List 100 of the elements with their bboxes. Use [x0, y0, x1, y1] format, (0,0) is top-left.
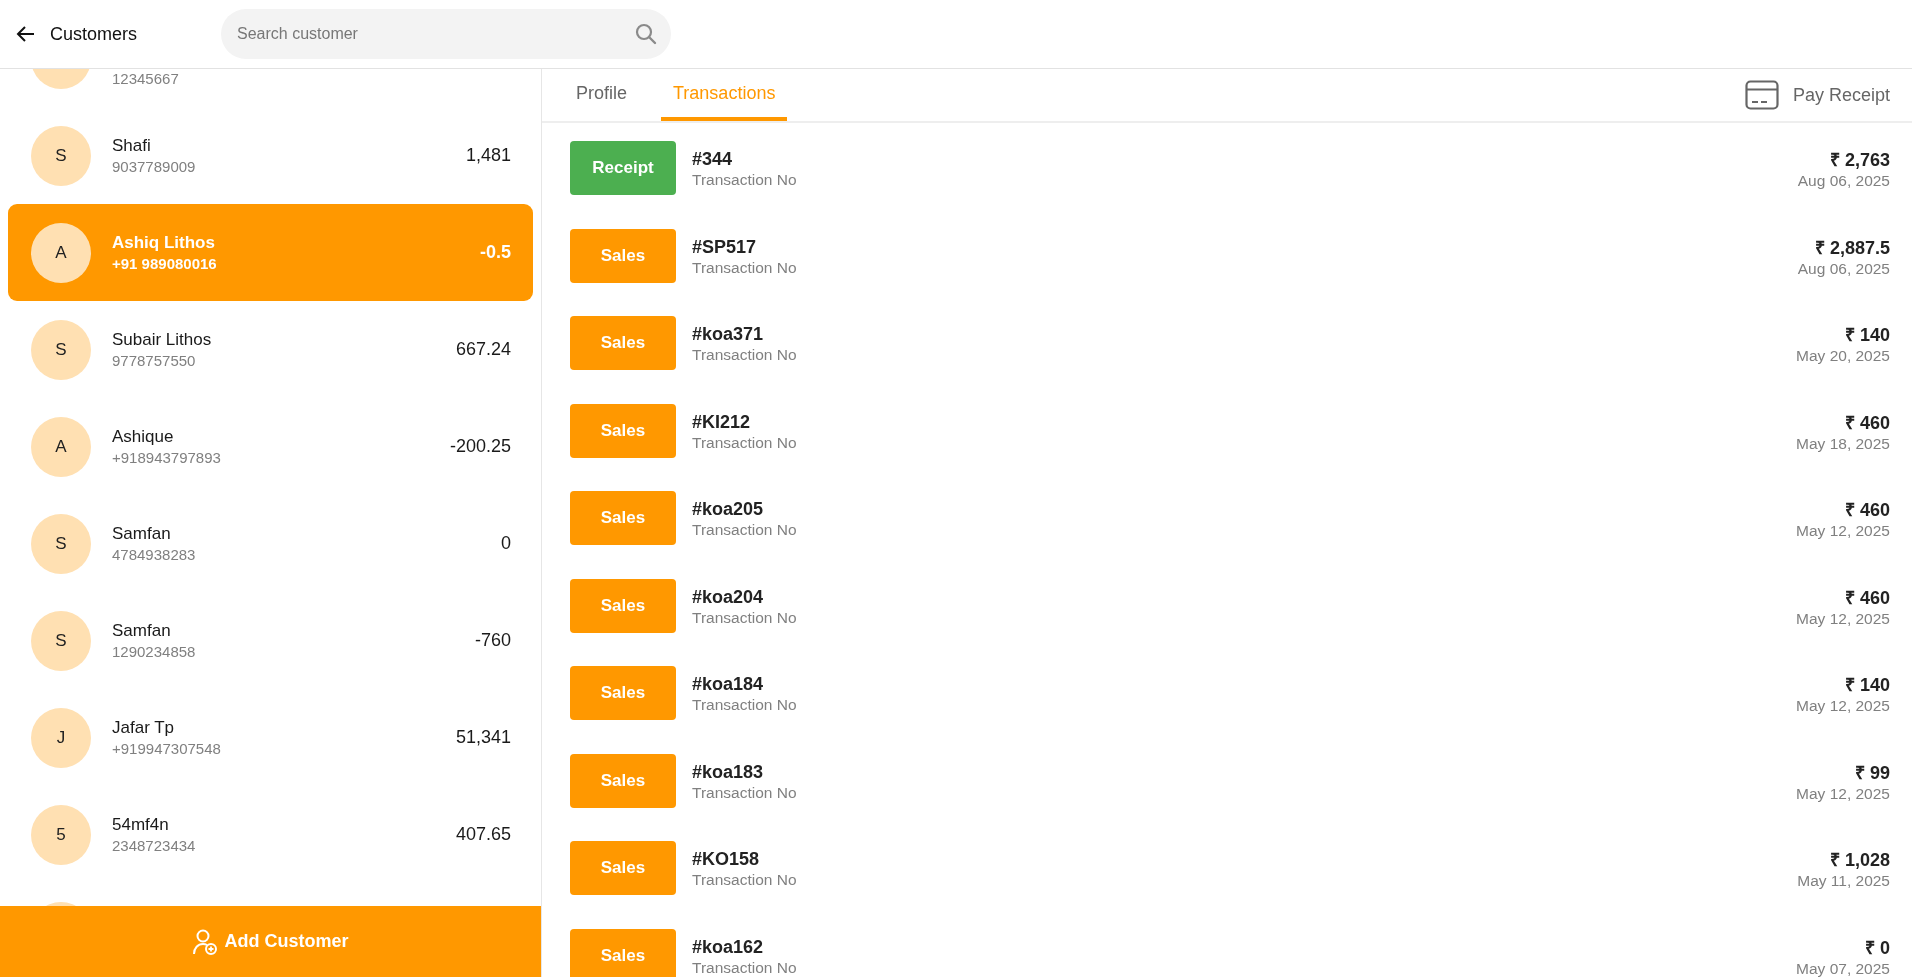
transaction-date: May 12, 2025	[1796, 697, 1890, 715]
transaction-type-badge: Sales	[570, 841, 676, 895]
avatar: J	[31, 707, 91, 768]
customer-phone: 2348723434	[112, 837, 197, 854]
transaction-number: #koa184	[692, 674, 765, 695]
transaction-number: #KO158	[692, 849, 761, 870]
transaction-date: Aug 06, 2025	[1797, 172, 1890, 190]
transaction-amount: ₹ 460	[1844, 499, 1890, 521]
transaction-number: #koa205	[692, 499, 765, 520]
customer-name: Samfan	[112, 524, 172, 544]
tab[interactable]: Profile	[564, 69, 640, 121]
transaction-type-badge: Sales	[570, 228, 676, 283]
customer-phone: +918943797893	[112, 449, 222, 466]
customer-balance: 667.24	[455, 339, 511, 360]
transaction-number: #koa183	[692, 761, 765, 783]
customer-phone: 4784938283	[112, 546, 197, 563]
customer-phone: 9778757550	[112, 352, 197, 369]
transaction-amount: ₹ 140	[1844, 674, 1890, 696]
search-field[interactable]: Search customer	[221, 9, 671, 59]
avatar: S	[31, 319, 91, 380]
customer-row[interactable]: 5 54mf4n 2348723434 407.65	[8, 786, 533, 883]
avatar: A	[31, 416, 91, 477]
customer-name: Subair Lithos	[112, 330, 213, 350]
transaction-date: May 18, 2025	[1796, 434, 1890, 453]
customer-row[interactable]: J Jafar Tp +919947307548 51,341	[8, 689, 533, 786]
transaction-type-badge: Sales	[570, 753, 676, 808]
transaction-amount: ₹ 140	[1844, 324, 1890, 346]
customer-balance: 51,341	[455, 727, 511, 748]
transaction-type-badge: Sales	[570, 578, 676, 633]
customer-name: 54mf4n	[112, 815, 170, 835]
avatar: S	[31, 513, 91, 574]
transaction-caption: Transaction No	[692, 783, 798, 802]
transaction-caption: Transaction No	[692, 258, 798, 277]
transaction-amount: ₹ 2,887.5	[1814, 236, 1890, 259]
page-title: Customers	[50, 23, 139, 45]
pay-receipt-button[interactable]: Pay Receipt	[1744, 69, 1890, 121]
back-arrow-icon	[16, 24, 36, 44]
customer-row[interactable]: A Ashiq Lithos +91 989080016 -0.5	[8, 204, 533, 301]
avatar: 5	[31, 804, 91, 865]
customer-name: Jafar Tp	[112, 718, 176, 738]
customer-phone: +919947307548	[112, 740, 222, 757]
transaction-caption: Transaction No	[692, 696, 798, 714]
customer-balance: -0.5	[479, 242, 511, 263]
customer-phone: 9037789009	[112, 158, 197, 175]
customer-row[interactable]: S Samfan 4784938283 0	[8, 495, 533, 592]
transaction-type-badge: Sales	[570, 491, 676, 545]
avatar: S	[31, 125, 91, 186]
transaction-caption: Transaction No	[692, 433, 798, 452]
customer-phone: 1290234858	[112, 643, 197, 660]
customer-phone: +91 989080016	[112, 255, 218, 272]
transaction-amount: ₹ 0	[1865, 936, 1890, 959]
customer-row[interactable]: S Samfan 1290234858 -760	[8, 592, 533, 689]
transaction-amount: ₹ 460	[1844, 411, 1890, 434]
transaction-amount: ₹ 1,028	[1829, 849, 1890, 871]
transaction-number: #SP517	[692, 236, 758, 258]
customer-name: Samfan	[112, 621, 172, 641]
transaction-amount: ₹ 460	[1844, 586, 1890, 609]
transaction-number: #KI212	[692, 411, 752, 433]
transaction-caption: Transaction No	[692, 521, 798, 539]
customer-row[interactable]: S Shafi 9037789009 1,481	[8, 107, 533, 204]
avatar: A	[31, 222, 91, 283]
customer-name: Ashiq Lithos	[112, 233, 216, 253]
customer-name: Ashique	[112, 427, 175, 447]
transaction-caption: Transaction No	[692, 871, 798, 889]
customer-balance: -760	[474, 630, 511, 651]
transaction-date: May 12, 2025	[1796, 784, 1890, 803]
customer-balance: 1,481	[465, 145, 511, 166]
transaction-type-badge: Sales	[570, 666, 676, 720]
transaction-caption: Transaction No	[692, 958, 798, 977]
transaction-date: Aug 06, 2025	[1797, 259, 1890, 278]
transaction-caption: Transaction No	[692, 608, 798, 627]
customer-balance: -200.25	[449, 436, 511, 457]
transaction-number: #koa162	[692, 936, 765, 958]
avatar: S	[31, 610, 91, 671]
customer-name: Shafi	[112, 136, 152, 156]
customer-balance: 0	[501, 533, 511, 554]
transaction-type-badge: Sales	[570, 403, 676, 458]
transaction-date: May 12, 2025	[1796, 609, 1890, 628]
transaction-date: May 11, 2025	[1797, 872, 1890, 890]
search-icon[interactable]	[635, 23, 657, 45]
customer-row[interactable]: S Subair Lithos 9778757550 667.24	[8, 301, 533, 398]
card-icon	[1744, 80, 1779, 110]
transaction-caption: Transaction No	[692, 171, 798, 189]
transaction-date: May 12, 2025	[1796, 522, 1890, 540]
add-person-icon	[192, 927, 219, 956]
transaction-type-badge: Sales	[570, 316, 676, 370]
transaction-amount: ₹ 2,763	[1829, 149, 1890, 171]
transaction-caption: Transaction No	[692, 346, 798, 364]
transaction-amount: ₹ 99	[1854, 761, 1890, 784]
transaction-number: #344	[692, 149, 734, 170]
customer-row[interactable]: A Ashique +918943797893 -200.25	[8, 398, 533, 495]
customer-phone: 12345667	[112, 70, 180, 87]
transaction-number: #koa371	[692, 324, 765, 345]
transaction-type-badge: Receipt	[570, 141, 676, 195]
transaction-date: May 07, 2025	[1796, 959, 1890, 977]
customer-balance: 407.65	[455, 824, 511, 845]
transaction-number: #koa204	[692, 586, 765, 608]
customer-row[interactable]: 12345667	[8, 69, 533, 107]
transaction-date: May 20, 2025	[1796, 347, 1890, 365]
transaction-type-badge: Sales	[570, 928, 676, 977]
